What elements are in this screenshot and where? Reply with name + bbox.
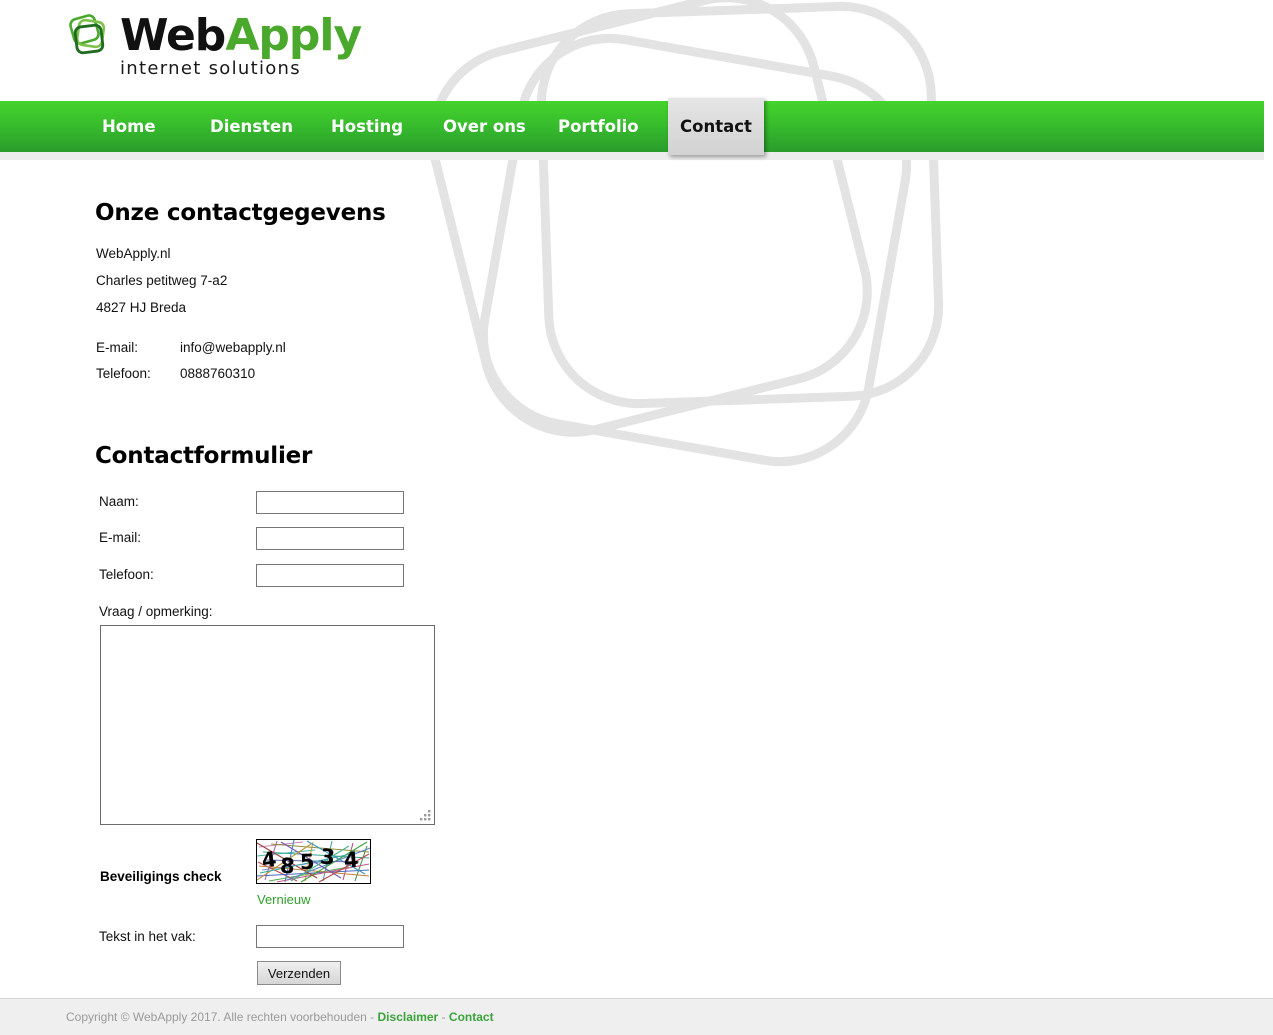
- nav-item-contact-label: Contact: [680, 117, 752, 136]
- footer-link-disclaimer[interactable]: Disclaimer: [378, 1010, 439, 1024]
- footer-separator-2: -: [441, 1010, 446, 1024]
- site-header: WebApply internet solutions: [0, 0, 1273, 100]
- svg-text:8: 8: [279, 854, 295, 879]
- label-beveiligings-check: Beveiligings check: [100, 869, 222, 884]
- logo-row: WebApply: [68, 10, 362, 61]
- captcha-canvas: 4 8 5 3 4: [257, 840, 370, 883]
- logo-word-web: Web: [120, 10, 226, 61]
- nav-item-diensten[interactable]: Diensten: [210, 101, 293, 152]
- footer-link-contact[interactable]: Contact: [449, 1010, 494, 1024]
- input-naam[interactable]: [256, 491, 404, 514]
- svg-text:4: 4: [343, 848, 359, 873]
- logo-word-apply: Apply: [225, 10, 362, 61]
- logo-wordmark: WebApply: [120, 10, 362, 61]
- nav-item-portfolio[interactable]: Portfolio: [558, 101, 639, 152]
- label-naam: Naam:: [99, 494, 139, 509]
- logo-tagline: internet solutions: [120, 58, 301, 79]
- label-email: E-mail:: [99, 530, 142, 545]
- address-line-3: 4827 HJ Breda: [96, 300, 187, 315]
- nav-item-home[interactable]: Home: [102, 101, 156, 152]
- page-root: WebApply internet solutions Home Dienste…: [0, 0, 1273, 1035]
- svg-text:3: 3: [319, 844, 336, 869]
- main-navigation: Home Diensten Hosting Over ons Portfolio: [0, 101, 1264, 152]
- footer-copyright: Copyright © WebApply 2017. Alle rechten …: [66, 1010, 367, 1024]
- captcha-image: 4 8 5 3 4: [256, 839, 371, 884]
- input-telefoon[interactable]: [256, 564, 404, 587]
- site-footer: Copyright © WebApply 2017. Alle rechten …: [0, 998, 1273, 1035]
- input-vraag-opmerking[interactable]: [100, 625, 435, 825]
- nav-item-contact-active[interactable]: Contact: [668, 98, 764, 155]
- footer-separator-1: -: [370, 1010, 375, 1024]
- submit-button[interactable]: Verzenden: [257, 961, 341, 985]
- label-telefoon: Telefoon:: [99, 567, 154, 582]
- contact-phone-key: Telefoon:: [96, 366, 151, 381]
- contact-details-heading: Onze contactgegevens: [95, 200, 386, 226]
- site-logo[interactable]: WebApply internet solutions: [68, 10, 362, 79]
- nav-item-over-ons[interactable]: Over ons: [443, 101, 526, 152]
- contact-detail-email: E-mail: info@webapply.nl: [96, 340, 286, 355]
- label-vraag-opmerking: Vraag / opmerking:: [99, 604, 213, 619]
- contact-email-value: info@webapply.nl: [180, 340, 286, 355]
- logo-squares-icon: [69, 14, 106, 55]
- captcha-refresh-link[interactable]: Vernieuw: [257, 892, 310, 907]
- contact-phone-value: 0888760310: [180, 366, 256, 381]
- input-email[interactable]: [256, 527, 404, 550]
- contact-form-heading: Contactformulier: [95, 443, 313, 469]
- nav-item-hosting[interactable]: Hosting: [331, 101, 403, 152]
- svg-text:5: 5: [300, 850, 315, 874]
- address-line-1: WebApply.nl: [96, 246, 171, 261]
- address-line-2: Charles petitweg 7-a2: [96, 273, 228, 288]
- label-tekst-in-het-vak: Tekst in het vak:: [99, 929, 196, 944]
- contact-detail-phone: Telefoon: 0888760310: [96, 366, 255, 381]
- nav-under-shadow: [0, 152, 1264, 160]
- contact-email-key: E-mail:: [96, 340, 139, 355]
- input-captcha-text[interactable]: [256, 925, 404, 948]
- footer-text: Copyright © WebApply 2017. Alle rechten …: [66, 1010, 494, 1024]
